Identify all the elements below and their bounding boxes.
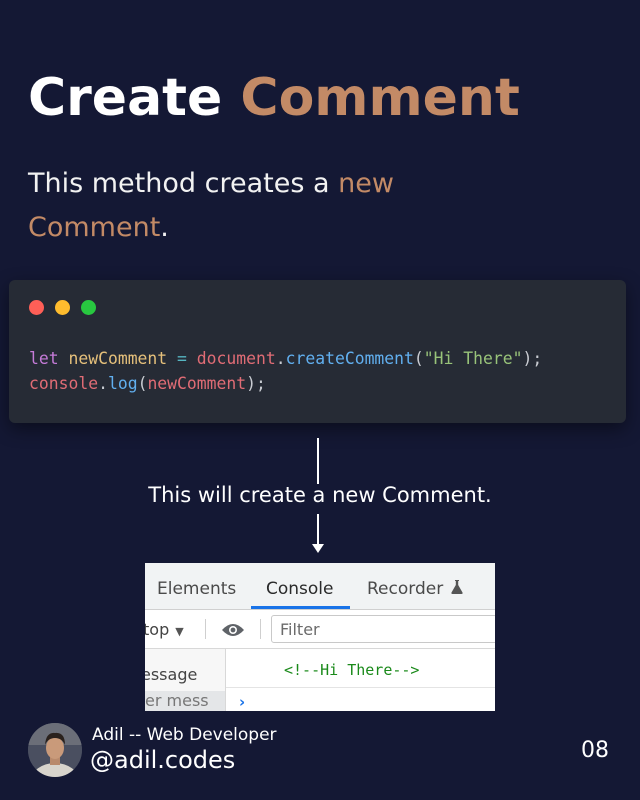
title-word-create: Create (28, 68, 223, 128)
console-output-line: <!--Hi There--> (226, 649, 495, 688)
devtools-tab-bar: Elements Console Recorder (145, 563, 495, 610)
code-function-log: log (107, 374, 138, 393)
subtitle-text: This method creates a (28, 168, 330, 199)
author-name: Adil -- Web Developer (92, 725, 277, 745)
code-object-document: document (196, 349, 276, 368)
avatar (28, 723, 82, 777)
subtitle-accent-new: new (338, 168, 394, 199)
toolbar-divider-2 (260, 619, 261, 639)
code-rparen-2: ); (246, 374, 266, 393)
context-label: top (145, 620, 170, 639)
sidebar-item-messages[interactable]: essage (145, 665, 197, 684)
window-yellow-dot-icon (55, 300, 70, 315)
code-dot-2: . (98, 374, 108, 393)
tab-console[interactable]: Console (266, 579, 334, 599)
connector-line-bottom (317, 514, 319, 548)
connector-line-top (317, 438, 319, 484)
filter-input[interactable] (271, 615, 495, 643)
code-variable: newComment (68, 349, 168, 368)
tab-recorder-label: Recorder (367, 579, 444, 599)
sidebar-item-user-messages[interactable]: er mess (145, 691, 225, 711)
devtools-panel: Elements Console Recorder top ▼ essage er… (145, 563, 495, 711)
code-window: let newComment = document.createComment(… (9, 280, 626, 423)
console-sidebar: essage er mess (145, 649, 226, 711)
window-red-dot-icon (29, 300, 44, 315)
code-argument: newComment (147, 374, 247, 393)
code-block: let newComment = document.createComment(… (29, 346, 542, 396)
page-number: 08 (581, 738, 609, 763)
console-prompt-icon[interactable]: › (239, 693, 245, 711)
caption: This will create a new Comment. (148, 483, 492, 507)
author-handle: @adil.codes (90, 746, 236, 774)
subtitle-accent-comment: Comment (28, 212, 161, 243)
dropdown-caret-icon: ▼ (175, 625, 184, 638)
tab-recorder[interactable]: Recorder (367, 579, 463, 599)
code-rparen: ); (522, 349, 543, 368)
subtitle-period: . (160, 212, 169, 243)
code-operator: = (177, 349, 187, 368)
active-tab-indicator (251, 606, 350, 609)
flask-icon (451, 580, 463, 598)
eye-icon[interactable] (221, 622, 245, 636)
page-title: Create Comment (28, 66, 520, 130)
subtitle: This method creates a new Comment. (28, 162, 394, 250)
console-toolbar: top ▼ (145, 610, 495, 649)
code-object-console: console (29, 374, 99, 393)
arrow-down-icon (312, 544, 324, 553)
context-selector[interactable]: top ▼ (145, 620, 184, 639)
console-output-comment: <!--Hi There--> (284, 661, 420, 679)
tab-elements[interactable]: Elements (157, 579, 236, 599)
code-function-createcomment: createComment (285, 349, 414, 368)
code-lparen: ( (413, 349, 424, 368)
code-keyword-let: let (29, 349, 59, 368)
window-green-dot-icon (81, 300, 96, 315)
code-dot: . (275, 349, 286, 368)
title-word-comment: Comment (240, 68, 520, 128)
code-string: "Hi There" (423, 349, 523, 368)
code-lparen-2: ( (137, 374, 148, 393)
toolbar-divider (205, 619, 206, 639)
